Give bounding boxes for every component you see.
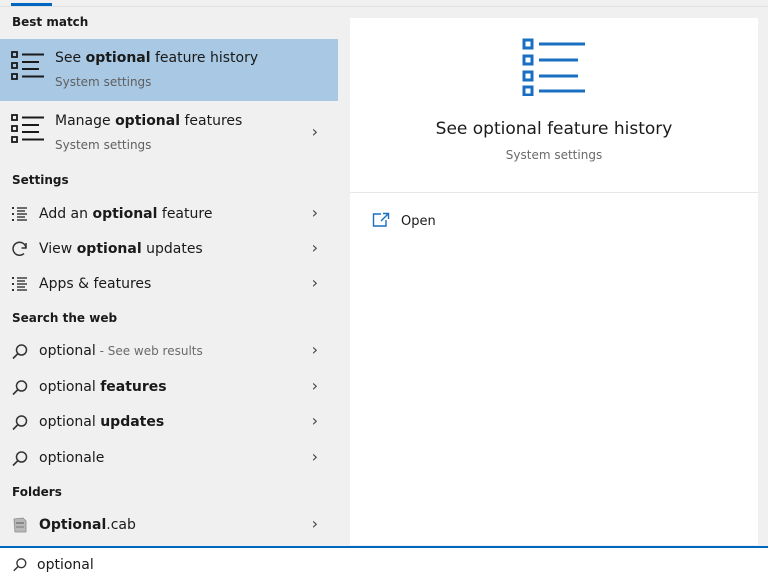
result-label: optional features: [39, 379, 167, 395]
result-subtitle: System settings: [55, 138, 152, 152]
result-label: Apps & features: [39, 276, 152, 292]
result-title: See optional feature history: [55, 50, 259, 66]
open-icon: [372, 212, 390, 227]
search-icon: [12, 344, 28, 360]
chevron-right-icon[interactable]: ›: [312, 275, 318, 291]
result-subtitle: System settings: [55, 75, 152, 89]
results-pane: Best match See optional feature history …: [0, 0, 338, 545]
result-label: View optional updates: [39, 241, 203, 257]
result-add-optional-feature[interactable]: Add an optional feature ›: [0, 198, 338, 230]
chevron-right-icon[interactable]: ›: [312, 240, 318, 256]
search-input[interactable]: [37, 553, 437, 577]
best-match-header: Best match: [12, 15, 89, 29]
result-label: Add an optional feature: [39, 206, 213, 222]
list-settings-icon: [11, 51, 44, 80]
search-icon: [12, 415, 28, 431]
web-result-optional-features[interactable]: optional features ›: [0, 371, 338, 403]
result-view-optional-updates[interactable]: View optional updates ›: [0, 233, 338, 265]
search-icon: [12, 451, 28, 467]
chevron-right-icon[interactable]: ›: [312, 516, 318, 532]
web-result-optional[interactable]: optional - See web results ›: [0, 335, 338, 367]
result-see-optional-feature-history[interactable]: See optional feature history System sett…: [0, 39, 338, 101]
folders-header: Folders: [12, 485, 62, 499]
folder-result-optional-cab[interactable]: Optional.cab ›: [0, 509, 338, 541]
preview-header: See optional feature history System sett…: [350, 18, 758, 193]
preview-pane: See optional feature history System sett…: [350, 18, 758, 545]
result-label: Optional.cab: [39, 517, 136, 533]
result-label: optional - See web results: [39, 343, 203, 359]
cab-file-icon: [13, 517, 27, 533]
web-result-optionale[interactable]: optionale ›: [0, 442, 338, 474]
list-icon: [12, 207, 27, 221]
result-label: optional updates: [39, 414, 165, 430]
chevron-right-icon[interactable]: ›: [312, 378, 318, 394]
open-action[interactable]: Open: [372, 212, 572, 234]
search-icon: [13, 558, 27, 572]
chevron-right-icon[interactable]: ›: [312, 342, 318, 358]
result-apps-and-features[interactable]: Apps & features ›: [0, 268, 338, 300]
result-title: Manage optional features: [55, 113, 243, 129]
list-settings-icon: [11, 114, 44, 143]
preview-subtitle: System settings: [505, 148, 603, 162]
list-settings-icon: [522, 38, 585, 96]
preview-title: See optional feature history: [435, 119, 673, 139]
web-result-optional-updates[interactable]: optional updates ›: [0, 406, 338, 438]
open-label: Open: [401, 214, 436, 229]
refresh-icon: [12, 241, 27, 256]
chevron-right-icon[interactable]: ›: [312, 205, 318, 221]
search-icon: [12, 380, 28, 396]
settings-header: Settings: [12, 173, 69, 187]
list-icon: [12, 277, 27, 291]
result-manage-optional-features[interactable]: Manage optional features System settings…: [0, 102, 338, 164]
result-label: optionale: [39, 450, 105, 466]
chevron-right-icon[interactable]: ›: [312, 124, 318, 140]
search-box[interactable]: [0, 546, 768, 582]
chevron-right-icon[interactable]: ›: [312, 449, 318, 465]
chevron-right-icon[interactable]: ›: [312, 413, 318, 429]
search-the-web-header: Search the web: [12, 311, 118, 325]
